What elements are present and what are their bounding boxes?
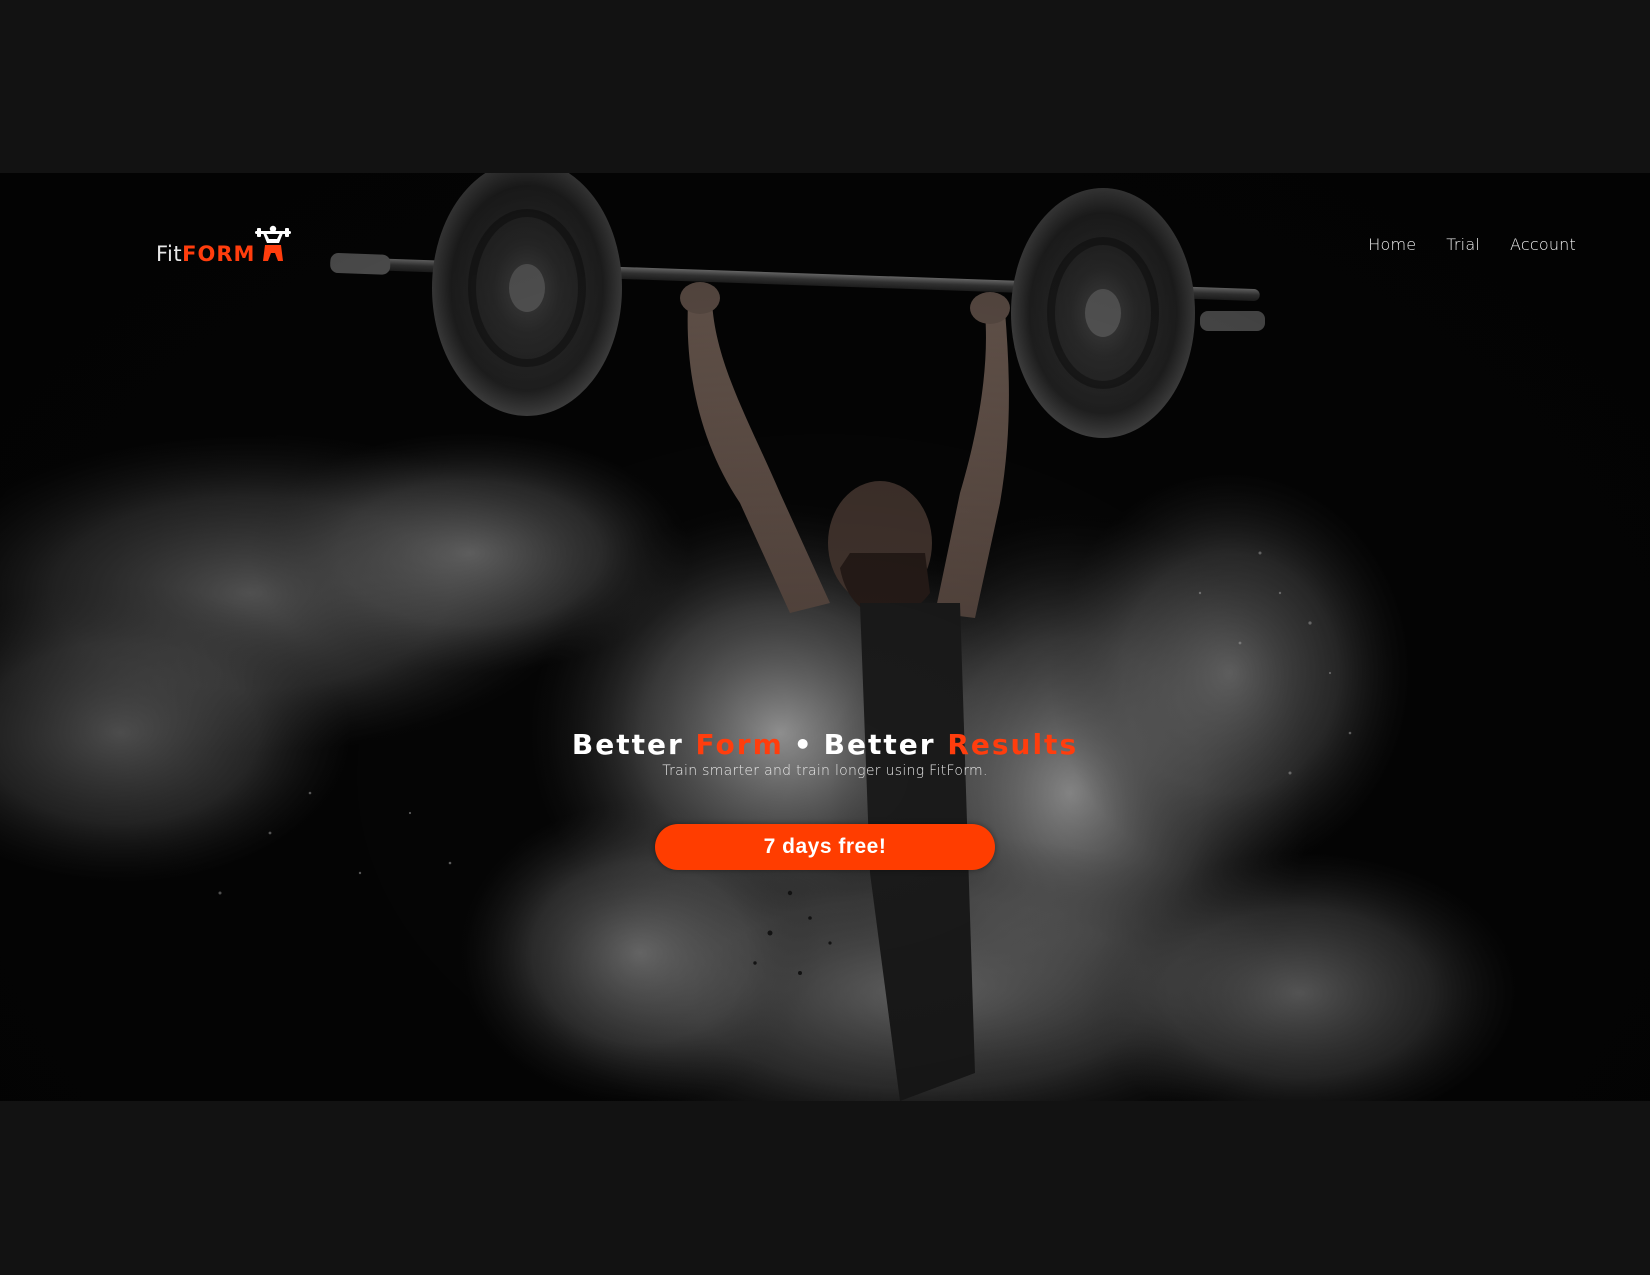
nav-home-link[interactable]: Home xyxy=(1368,235,1416,254)
weightlifter-icon xyxy=(255,225,292,261)
headline-better-1: Better xyxy=(571,728,684,761)
page-frame: Fit FORM Home Trial Account Better Form •… xyxy=(0,0,1650,1275)
headline-results: Results xyxy=(947,728,1079,761)
headline-form: Form xyxy=(695,728,784,761)
main-nav: Home Trial Account xyxy=(1368,235,1576,254)
hero-headline: Better Form • Better Results xyxy=(0,728,1650,761)
hero-subheadline: Train smarter and train longer using Fit… xyxy=(662,763,988,779)
nav-trial-link[interactable]: Trial xyxy=(1446,235,1480,254)
free-trial-button[interactable]: 7 days free! xyxy=(655,824,995,870)
hero-overlay xyxy=(0,173,1650,1101)
hero-section: Fit FORM Home Trial Account Better Form •… xyxy=(0,173,1650,1101)
headline-better-2: Better xyxy=(823,728,936,761)
brand-name-form: FORM xyxy=(182,242,256,266)
brand-logo[interactable]: Fit FORM xyxy=(156,225,293,265)
nav-account-link[interactable]: Account xyxy=(1510,235,1576,254)
headline-separator: • xyxy=(793,728,814,761)
brand-name-fit: Fit xyxy=(156,242,183,266)
